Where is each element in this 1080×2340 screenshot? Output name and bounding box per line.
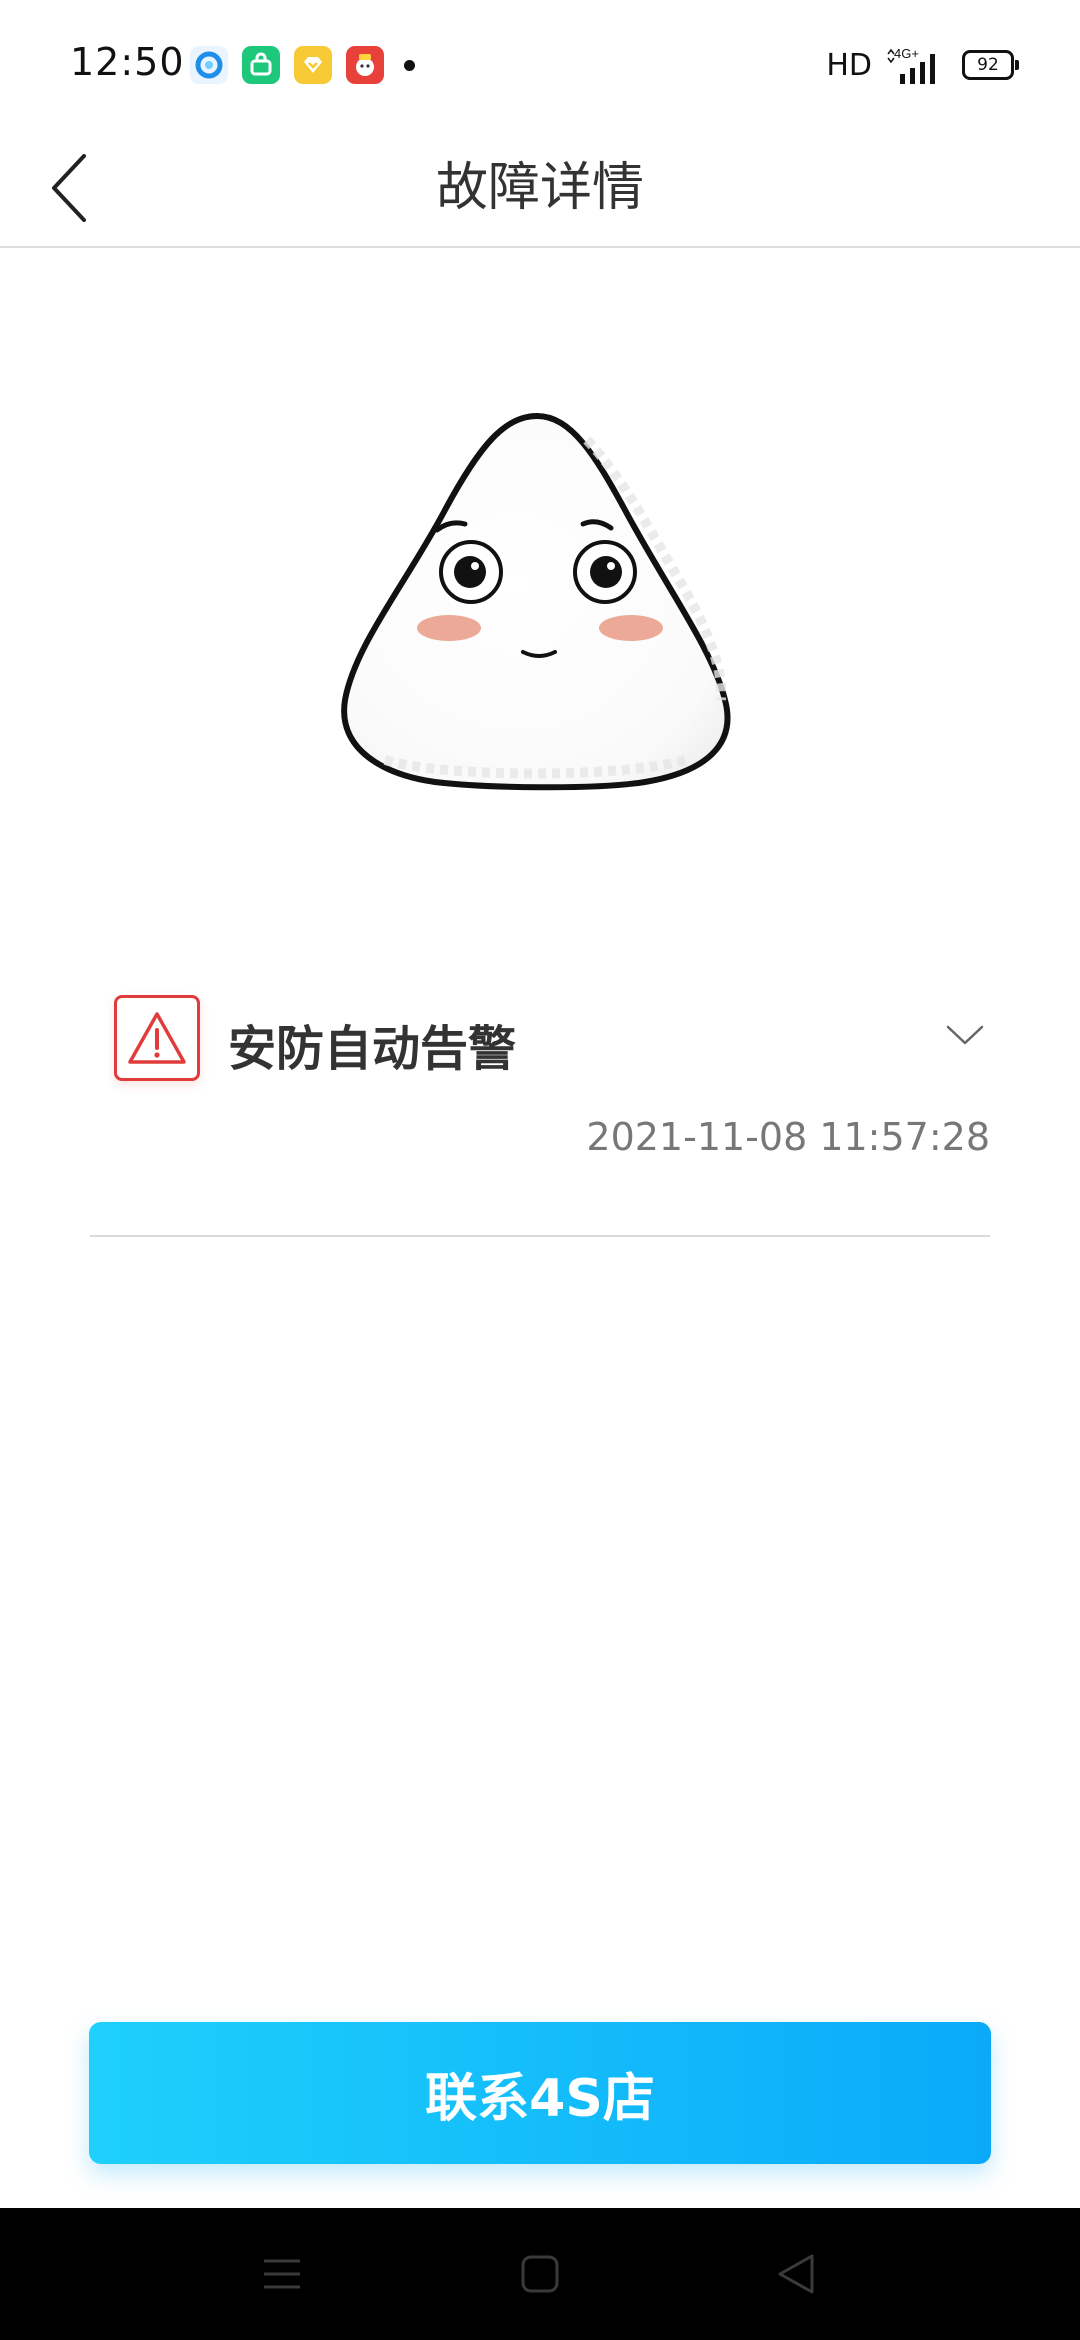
svg-text:4G+: 4G+ [894,46,919,61]
page-title: 故障详情 [435,158,644,218]
warning-icon [114,995,200,1081]
contact-4s-store-button[interactable]: 联系4S店 [89,2022,991,2164]
home-icon[interactable] [480,2208,600,2340]
wallet-icon [294,46,332,84]
nav-header: 故障详情 [0,130,1080,248]
battery-icon: 92 [962,50,1019,80]
screen: 12:50 HD 4G+ 92 故障详情 安防自动告警 2021-11-08 1… [0,0,1080,2340]
menu-icon[interactable] [222,2208,342,2340]
fault-timestamp: 2021-11-08 11:57:28 [586,1115,990,1159]
app-store-icon [242,46,280,84]
signal-icon: 4G+ [887,46,935,84]
chevron-down-icon[interactable] [940,1015,990,1055]
browser-icon [190,46,228,84]
status-app-icons [190,46,415,84]
network-label: HD [826,47,872,83]
system-nav-bar [0,2208,1080,2340]
battery-level: 92 [977,55,999,75]
back-triangle-icon[interactable] [736,2208,856,2340]
status-indicators: HD 4G+ 92 [826,44,1019,86]
onigiri-mascot-illustration [341,413,731,791]
shopping-icon [346,46,384,84]
status-time: 12:50 [70,40,185,84]
status-bar: 12:50 HD 4G+ 92 [0,0,1080,130]
back-button[interactable] [40,130,100,246]
notification-dot [404,59,415,71]
chevron-left-icon [52,154,86,222]
fault-list-item[interactable]: 安防自动告警 2021-11-08 11:57:28 [90,985,990,1237]
fault-title: 安防自动告警 [228,1021,517,1077]
